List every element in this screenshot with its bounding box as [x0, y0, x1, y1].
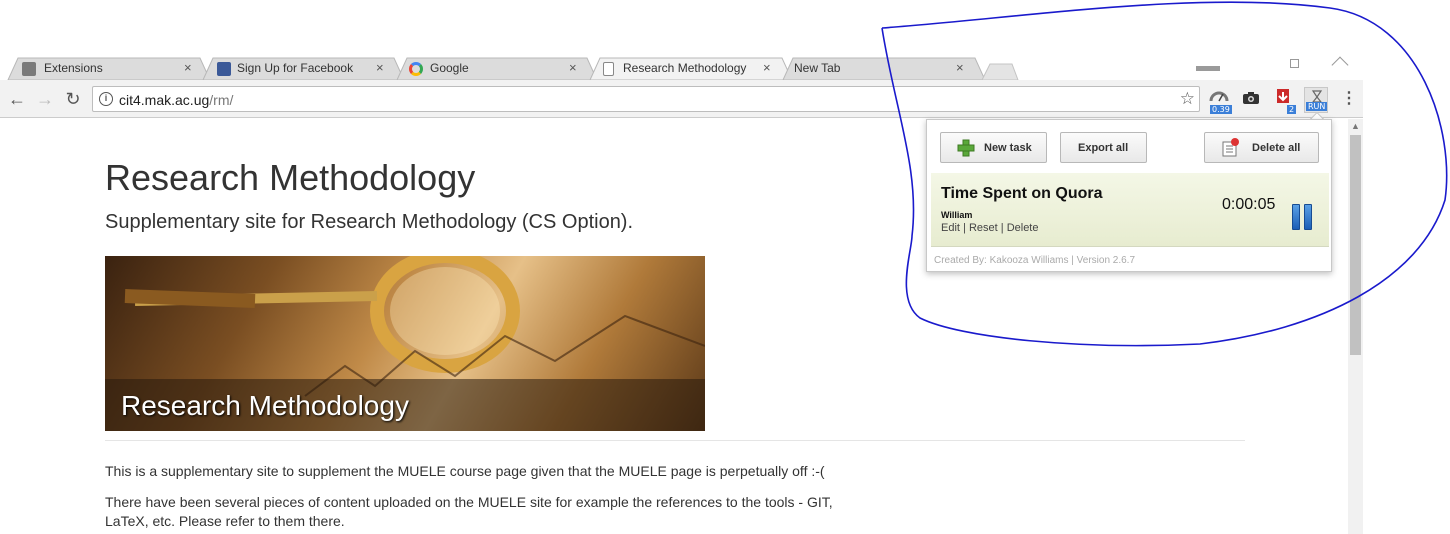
url-path: /rm/ [209, 92, 234, 108]
tab-label: Sign Up for Facebook [237, 61, 354, 75]
forward-button[interactable]: → [34, 88, 56, 110]
export-all-button[interactable]: Export all [1060, 132, 1147, 163]
tab-strip: Extensions × Sign Up for Facebook × Goog… [0, 56, 1363, 80]
pause-icon [1292, 204, 1300, 230]
separator: | [963, 222, 966, 234]
task-item: Time Spent on Quora William Edit | Reset… [931, 173, 1329, 247]
reset-link[interactable]: Reset [969, 222, 998, 234]
tab-research-methodology[interactable]: Research Methodology × [603, 58, 783, 80]
task-user: William [941, 210, 973, 220]
close-icon[interactable]: × [763, 60, 771, 75]
google-icon [409, 62, 423, 76]
info-icon[interactable]: i [99, 92, 113, 106]
url-host: cit4.mak.ac.ug [119, 92, 210, 108]
content-paragraph-line2: LaTeX, etc. Please refer to them there. [105, 513, 345, 529]
page-subtitle: Supplementary site for Research Methodol… [105, 211, 634, 233]
close-icon[interactable]: × [376, 60, 384, 75]
task-actions: Edit | Reset | Delete [941, 222, 1038, 234]
camera-extension[interactable] [1242, 91, 1264, 115]
divider [105, 440, 1245, 441]
close-icon[interactable]: × [956, 60, 964, 75]
tab-label: Google [430, 61, 469, 75]
url-text: cit4.mak.ac.ug/rm/ [119, 92, 233, 108]
delete-all-label: Delete all [1252, 142, 1301, 154]
new-task-button[interactable]: New task [940, 132, 1047, 163]
screenshot: Extensions × Sign Up for Facebook × Goog… [0, 0, 1450, 534]
scroll-thumb[interactable] [1350, 135, 1361, 355]
run-badge: RUN [1306, 102, 1328, 111]
tab-label: Extensions [44, 61, 103, 75]
task-timer: 0:00:05 [1222, 196, 1276, 213]
tab-facebook[interactable]: Sign Up for Facebook × [215, 58, 395, 80]
credits-text: Created By: Kakooza Williams | Version 2… [934, 255, 1136, 266]
scroll-up-icon[interactable]: ▲ [1351, 121, 1360, 131]
bookmark-star-icon[interactable]: ☆ [1180, 89, 1195, 109]
maximize-button[interactable] [1290, 59, 1299, 68]
delete-all-button[interactable]: Delete all [1204, 132, 1319, 163]
intro-paragraph: This is a supplementary site to suppleme… [105, 463, 825, 479]
banner-caption: Research Methodology [121, 390, 409, 421]
new-task-label: New task [984, 142, 1032, 154]
time-tracker-extension[interactable]: RUN [1304, 87, 1328, 113]
tab-label: New Tab [794, 61, 841, 75]
content-paragraph-line1: There have been several pieces of conten… [105, 494, 833, 510]
download-badge: 2 [1287, 105, 1297, 114]
puzzle-icon [22, 62, 36, 76]
camera-icon [1243, 92, 1259, 104]
speedometer-extension[interactable]: 0.39 [1208, 88, 1232, 114]
close-icon[interactable]: × [569, 60, 577, 75]
export-all-label: Export all [1078, 142, 1129, 154]
minimize-button[interactable] [1196, 66, 1220, 71]
download-icon [1277, 89, 1289, 103]
browser-toolbar: ← → ↻ i cit4.mak.ac.ug/rm/ ☆ 0.39 2 RUN … [0, 80, 1363, 118]
reload-button[interactable]: ↻ [62, 88, 84, 110]
tab-new-tab[interactable]: New Tab × [794, 58, 974, 80]
facebook-icon [217, 62, 231, 76]
plus-icon [957, 139, 975, 157]
download-extension[interactable]: 2 [1273, 88, 1297, 114]
back-button[interactable]: ← [6, 88, 28, 110]
tab-google[interactable]: Google × [409, 58, 589, 80]
speed-badge: 0.39 [1210, 105, 1232, 114]
tab-label: Research Methodology [623, 61, 747, 75]
tab-extensions[interactable]: Extensions × [20, 58, 200, 80]
page-icon [603, 62, 614, 76]
time-tracker-popup: New task Export all Delete all Time Spen… [926, 119, 1332, 272]
edit-link[interactable]: Edit [941, 222, 960, 234]
menu-icon[interactable]: ⋮ [1338, 88, 1360, 110]
task-title: Time Spent on Quora [941, 185, 1103, 202]
address-bar[interactable]: i cit4.mak.ac.ug/rm/ ☆ [92, 86, 1200, 112]
page-title: Research Methodology [105, 157, 476, 198]
pause-icon-bar [1304, 204, 1312, 230]
delete-list-icon [1222, 138, 1239, 157]
gauge-icon [1209, 91, 1229, 102]
vertical-scrollbar[interactable]: ▲ [1348, 119, 1363, 534]
pause-button[interactable] [1292, 204, 1314, 230]
close-icon[interactable]: × [184, 60, 192, 75]
banner-image: Research Methodology [105, 256, 705, 431]
separator: | [1000, 222, 1004, 234]
hourglass-icon [1311, 90, 1323, 103]
delete-link[interactable]: Delete [1007, 222, 1039, 234]
